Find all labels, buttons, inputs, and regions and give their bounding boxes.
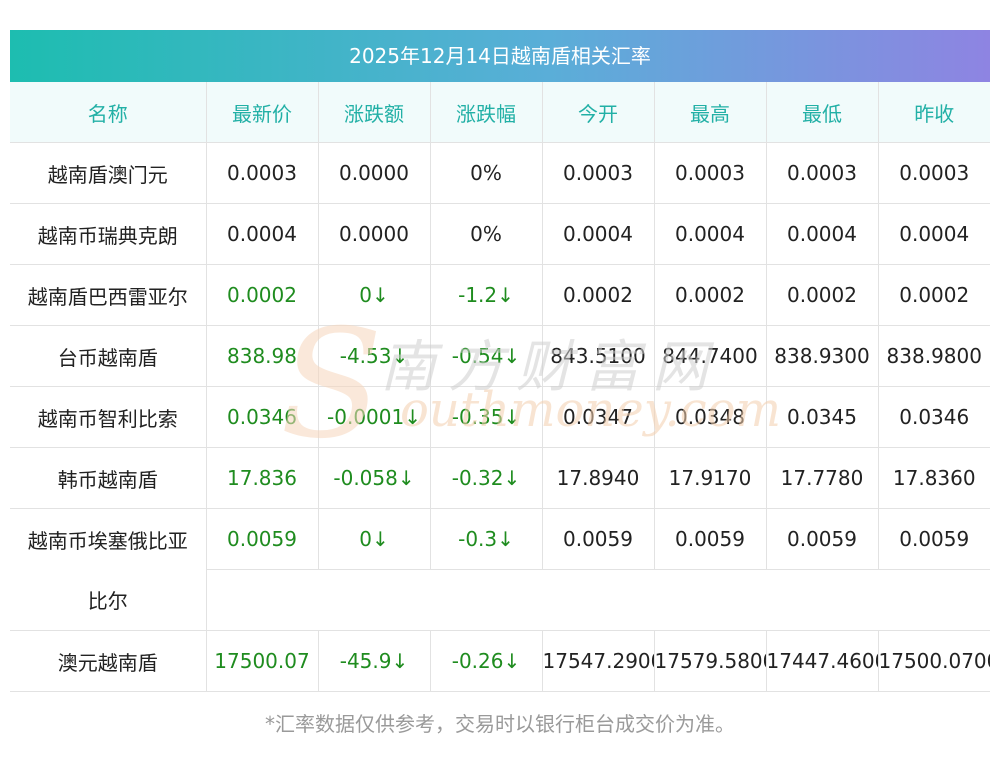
table-row: 越南币瑞典克朗 0.0004 0.0000 0% 0.0004 0.0004 0… bbox=[10, 203, 990, 265]
row-open: 0.0004 bbox=[542, 203, 655, 265]
disclaimer-note: *汇率数据仅供参考，交易时以银行柜台成交价为准。 bbox=[265, 712, 735, 736]
table-row: 台币越南盾 838.98 -4.53↓ -0.54↓ 843.5100 844.… bbox=[10, 325, 990, 387]
header-prev: 昨收 bbox=[878, 82, 990, 143]
row-prev: 17500.0700 bbox=[878, 630, 990, 692]
header-name: 名称 bbox=[10, 82, 207, 143]
row-name: 越南币智利比索 bbox=[10, 386, 207, 448]
row-low: 17447.4600 bbox=[766, 630, 879, 692]
row-pct: -0.3↓ bbox=[430, 508, 543, 570]
row-high: 0.0004 bbox=[654, 203, 767, 265]
header-low: 最低 bbox=[766, 82, 879, 143]
row-high: 0.0003 bbox=[654, 142, 767, 204]
row-prev: 0.0346 bbox=[878, 386, 990, 448]
header-open: 今开 bbox=[542, 82, 655, 143]
table-row-continuation: 比尔 bbox=[10, 569, 990, 631]
empty-cell bbox=[206, 570, 990, 631]
table-row: 越南盾澳门元 0.0003 0.0000 0% 0.0003 0.0003 0.… bbox=[10, 142, 990, 204]
row-open: 0.0002 bbox=[542, 264, 655, 326]
table-row: 澳元越南盾 17500.07 -45.9↓ -0.26↓ 17547.2900 … bbox=[10, 630, 990, 692]
row-pct: -0.35↓ bbox=[430, 386, 543, 448]
row-latest: 0.0002 bbox=[206, 264, 319, 326]
row-change: -0.0001↓ bbox=[318, 386, 431, 448]
row-name: 台币越南盾 bbox=[10, 325, 207, 387]
row-name: 澳元越南盾 bbox=[10, 630, 207, 692]
rate-table-container: 2025年12月14日越南盾相关汇率 名称 最新价 涨跌额 涨跌幅 今开 最高 … bbox=[10, 30, 990, 692]
table-title: 2025年12月14日越南盾相关汇率 bbox=[10, 30, 990, 82]
row-latest: 0.0059 bbox=[206, 508, 319, 570]
row-high: 0.0059 bbox=[654, 508, 767, 570]
row-high: 844.7400 bbox=[654, 325, 767, 387]
row-high: 0.0348 bbox=[654, 386, 767, 448]
row-open: 17.8940 bbox=[542, 447, 655, 509]
row-pct: -0.32↓ bbox=[430, 447, 543, 509]
row-open: 843.5100 bbox=[542, 325, 655, 387]
row-low: 838.9300 bbox=[766, 325, 879, 387]
row-name-continuation: 比尔 bbox=[10, 569, 207, 631]
table-row: 越南币智利比索 0.0346 -0.0001↓ -0.35↓ 0.0347 0.… bbox=[10, 386, 990, 448]
header-pct: 涨跌幅 bbox=[430, 82, 543, 143]
rate-table: 名称 最新价 涨跌额 涨跌幅 今开 最高 最低 昨收 越南盾澳门元 0.0003… bbox=[10, 82, 990, 692]
row-prev: 0.0003 bbox=[878, 142, 990, 204]
row-open: 0.0003 bbox=[542, 142, 655, 204]
row-change: 0.0000 bbox=[318, 142, 431, 204]
table-row: 韩币越南盾 17.836 -0.058↓ -0.32↓ 17.8940 17.9… bbox=[10, 447, 990, 509]
row-pct: -0.26↓ bbox=[430, 630, 543, 692]
row-change: 0.0000 bbox=[318, 203, 431, 265]
table-row: 越南盾巴西雷亚尔 0.0002 0↓ -1.2↓ 0.0002 0.0002 0… bbox=[10, 264, 990, 326]
row-low: 0.0345 bbox=[766, 386, 879, 448]
row-change: -4.53↓ bbox=[318, 325, 431, 387]
header-row: 名称 最新价 涨跌额 涨跌幅 今开 最高 最低 昨收 bbox=[10, 82, 990, 143]
row-pct: 0% bbox=[430, 203, 543, 265]
row-low: 17.7780 bbox=[766, 447, 879, 509]
row-prev: 838.9800 bbox=[878, 325, 990, 387]
row-prev: 0.0059 bbox=[878, 508, 990, 570]
header-change: 涨跌额 bbox=[318, 82, 431, 143]
row-open: 0.0059 bbox=[542, 508, 655, 570]
row-latest: 0.0004 bbox=[206, 203, 319, 265]
row-high: 17.9170 bbox=[654, 447, 767, 509]
row-latest: 838.98 bbox=[206, 325, 319, 387]
row-low: 0.0059 bbox=[766, 508, 879, 570]
row-pct: 0% bbox=[430, 142, 543, 204]
row-low: 0.0002 bbox=[766, 264, 879, 326]
row-change: 0↓ bbox=[318, 264, 431, 326]
row-name: 越南币埃塞俄比亚 bbox=[10, 508, 207, 570]
row-pct: -0.54↓ bbox=[430, 325, 543, 387]
row-change: 0↓ bbox=[318, 508, 431, 570]
row-change: -0.058↓ bbox=[318, 447, 431, 509]
row-change: -45.9↓ bbox=[318, 630, 431, 692]
row-latest: 0.0346 bbox=[206, 386, 319, 448]
row-name: 越南盾澳门元 bbox=[10, 142, 207, 204]
row-name: 韩币越南盾 bbox=[10, 447, 207, 509]
row-prev: 17.8360 bbox=[878, 447, 990, 509]
row-open: 0.0347 bbox=[542, 386, 655, 448]
header-latest: 最新价 bbox=[206, 82, 319, 143]
row-latest: 17500.07 bbox=[206, 630, 319, 692]
row-latest: 0.0003 bbox=[206, 142, 319, 204]
row-low: 0.0003 bbox=[766, 142, 879, 204]
row-low: 0.0004 bbox=[766, 203, 879, 265]
row-open: 17547.2900 bbox=[542, 630, 655, 692]
row-high: 0.0002 bbox=[654, 264, 767, 326]
row-high: 17579.5800 bbox=[654, 630, 767, 692]
row-latest: 17.836 bbox=[206, 447, 319, 509]
table-row: 越南币埃塞俄比亚 0.0059 0↓ -0.3↓ 0.0059 0.0059 0… bbox=[10, 508, 990, 570]
row-name: 越南盾巴西雷亚尔 bbox=[10, 264, 207, 326]
row-prev: 0.0002 bbox=[878, 264, 990, 326]
row-name: 越南币瑞典克朗 bbox=[10, 203, 207, 265]
row-pct: -1.2↓ bbox=[430, 264, 543, 326]
row-prev: 0.0004 bbox=[878, 203, 990, 265]
header-high: 最高 bbox=[654, 82, 767, 143]
